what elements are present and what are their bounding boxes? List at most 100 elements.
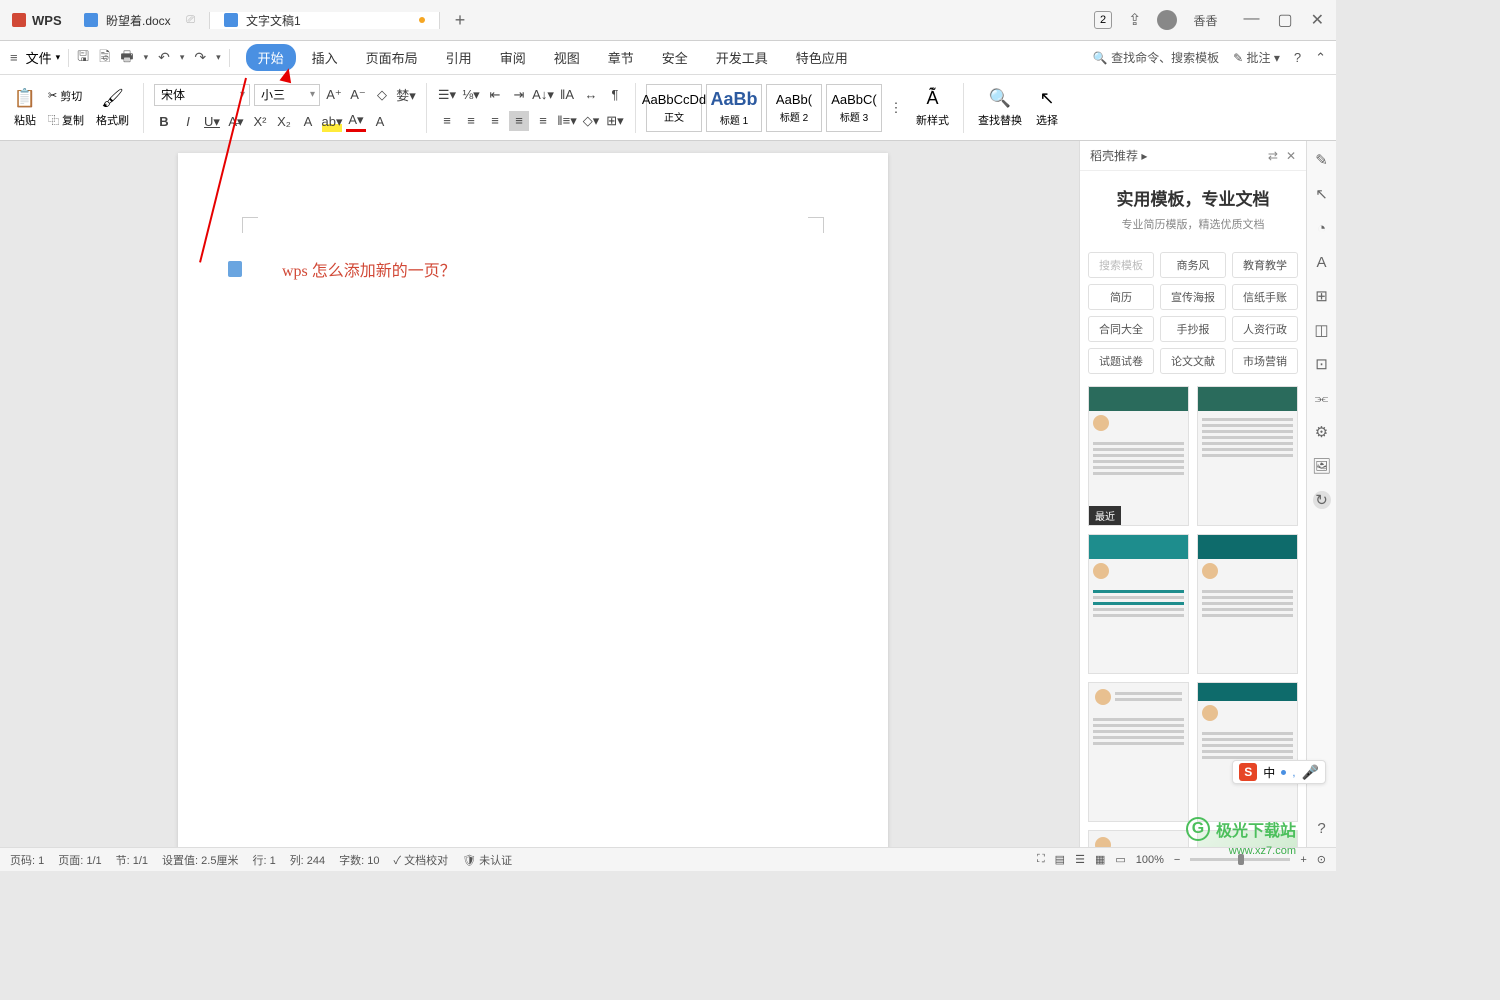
section[interactable]: 节: 1/1 [116, 852, 148, 868]
table-icon[interactable]: ⊞ [1313, 287, 1331, 305]
text-direction-button[interactable]: ‖A [557, 85, 577, 105]
decrease-font-icon[interactable]: A⁻ [348, 85, 368, 105]
minimize-button[interactable]: — [1243, 10, 1259, 30]
print-preview-icon[interactable]: 🗟 [99, 46, 110, 70]
comment-button[interactable]: ✎ 批注 ▾ [1233, 49, 1280, 66]
styles-more-button[interactable]: ⋮ [886, 98, 906, 118]
line-spacing-button[interactable]: ‖≡▾ [557, 111, 577, 131]
increase-indent-button[interactable]: ⇥ [509, 85, 529, 105]
zoom-out-button[interactable]: − [1174, 854, 1180, 866]
template-thumbnail[interactable] [1088, 830, 1189, 847]
style-heading2[interactable]: AaBb( 标题 2 [766, 84, 822, 132]
template-thumbnail[interactable] [1197, 534, 1298, 674]
file-menu[interactable]: 文件▾ [26, 48, 61, 67]
justify-button[interactable]: ≡ [509, 111, 529, 131]
doc-tab-1[interactable]: 盼望着.docx ⎚ [70, 12, 210, 29]
copy-button[interactable]: ⿻ 复制 [46, 110, 86, 130]
tab-view[interactable]: 视图 [542, 44, 592, 71]
highlight-button[interactable]: ab▾ [322, 112, 342, 132]
zoom-in-button[interactable]: + [1300, 854, 1306, 866]
notification-badge[interactable]: 2 [1094, 11, 1112, 29]
zoom-slider[interactable] [1190, 858, 1290, 861]
sort-button[interactable]: A↓▾ [533, 85, 553, 105]
avatar[interactable] [1157, 10, 1177, 30]
tab-insert[interactable]: 插入 [300, 44, 350, 71]
font-family-select[interactable]: 宋体 [154, 84, 250, 106]
borders-button[interactable]: ⊞▾ [605, 111, 625, 131]
page-count[interactable]: 页面: 1/1 [58, 852, 101, 868]
char-shading-button[interactable]: A [370, 112, 390, 132]
superscript-button[interactable]: X² [250, 112, 270, 132]
layout-icon[interactable]: ◫ [1313, 321, 1331, 339]
tab-home[interactable]: 开始 [246, 44, 296, 71]
fit-page-icon[interactable]: ⊙ [1317, 853, 1326, 866]
undo-icon[interactable]: ↶ [158, 49, 170, 66]
view-page-icon[interactable]: ▤ [1055, 853, 1065, 866]
decrease-indent-button[interactable]: ⇤ [485, 85, 505, 105]
link-icon[interactable]: ⫘ [1313, 389, 1331, 407]
wps-logo[interactable]: WPS [0, 13, 70, 28]
align-right-button[interactable]: ≡ [485, 111, 505, 131]
style-heading1[interactable]: AaBb 标题 1 [706, 84, 762, 132]
template-thumbnail[interactable] [1197, 386, 1298, 526]
font-color-button[interactable]: A▾ [346, 112, 366, 132]
align-left-button[interactable]: ≡ [437, 111, 457, 131]
numbering-button[interactable]: ⅛▾ [461, 85, 481, 105]
paste-button[interactable]: 📋 粘贴 [10, 84, 40, 132]
line-number[interactable]: 行: 1 [252, 852, 275, 868]
cat-contracts[interactable]: 合同大全 [1088, 316, 1154, 342]
cat-exams[interactable]: 试题试卷 [1088, 348, 1154, 374]
tab-page-layout[interactable]: 页面布局 [354, 44, 430, 71]
panel-close-icon[interactable]: ✕ [1286, 149, 1296, 163]
font-size-select[interactable]: 小三 [254, 84, 320, 106]
redo-dropdown[interactable]: ▾ [216, 52, 221, 63]
cat-papers[interactable]: 论文文献 [1160, 348, 1226, 374]
change-case-button[interactable]: A [298, 112, 318, 132]
phonetic-icon[interactable]: 婪▾ [396, 85, 416, 105]
template-thumbnail[interactable] [1197, 682, 1298, 822]
search-command[interactable]: 🔍 查找命令、搜索模板 [1093, 49, 1219, 66]
cat-poster[interactable]: 宣传海报 [1160, 284, 1226, 310]
doc-tab-2[interactable]: 文字文稿1 [210, 12, 440, 29]
cat-handwritten[interactable]: 手抄报 [1160, 316, 1226, 342]
new-style-button[interactable]: A͊ 新样式 [912, 84, 953, 132]
distribute-button[interactable]: ≡ [533, 111, 553, 131]
tab-developer[interactable]: 开发工具 [704, 44, 780, 71]
page[interactable]: wps 怎么添加新的一页？ [178, 153, 888, 847]
fullscreen-icon[interactable]: ⛶ [1037, 853, 1045, 866]
undo-dropdown[interactable]: ▾ [180, 52, 185, 63]
image-icon[interactable]: 🖼 [1313, 457, 1331, 475]
align-center-button[interactable]: ≡ [461, 111, 481, 131]
word-count[interactable]: 字数: 10 [339, 852, 379, 868]
column-number[interactable]: 列: 244 [290, 852, 325, 868]
redo-icon[interactable]: ↷ [194, 49, 206, 66]
tab-security[interactable]: 安全 [650, 44, 700, 71]
style-normal[interactable]: AaBbCcDd 正文 [646, 84, 702, 132]
find-replace-button[interactable]: 🔍 查找替换 [974, 84, 1026, 132]
refresh-icon[interactable]: ↻ [1313, 491, 1331, 509]
template-search-input[interactable]: 搜索模板 [1088, 252, 1154, 278]
help-icon[interactable]: ? [1294, 50, 1301, 65]
underline-button[interactable]: U▾ [202, 112, 222, 132]
tab-references[interactable]: 引用 [434, 44, 484, 71]
menu-icon[interactable]: ≡ [10, 50, 18, 65]
gallery-icon[interactable]: ⊡ [1313, 355, 1331, 373]
palette-icon[interactable]: ◔ [1313, 219, 1331, 237]
view-read-icon[interactable]: ▭ [1115, 853, 1125, 866]
cat-resume[interactable]: 简历 [1088, 284, 1154, 310]
show-marks-button[interactable]: ¶ [605, 85, 625, 105]
cat-education[interactable]: 教育教学 [1232, 252, 1298, 278]
new-tab-button[interactable]: + [440, 10, 480, 31]
zoom-level[interactable]: 100% [1136, 854, 1164, 866]
save-icon[interactable]: 🖫 [77, 46, 89, 70]
style-heading3[interactable]: AaBbC( 标题 3 [826, 84, 882, 132]
cursor-icon[interactable]: ↖ [1313, 185, 1331, 203]
format-painter-button[interactable]: 🖌 格式刷 [92, 84, 133, 132]
share-icon[interactable]: ⇪ [1128, 10, 1141, 30]
tab-special[interactable]: 特色应用 [784, 44, 860, 71]
ime-indicator[interactable]: S 中 , 🎤 [1232, 760, 1326, 784]
select-button[interactable]: ↖ 选择 [1032, 84, 1062, 132]
print-icon[interactable]: 🖶 [120, 46, 133, 70]
template-thumbnail[interactable]: 最近 [1088, 386, 1189, 526]
document-text[interactable]: wps 怎么添加新的一页？ [282, 257, 456, 281]
